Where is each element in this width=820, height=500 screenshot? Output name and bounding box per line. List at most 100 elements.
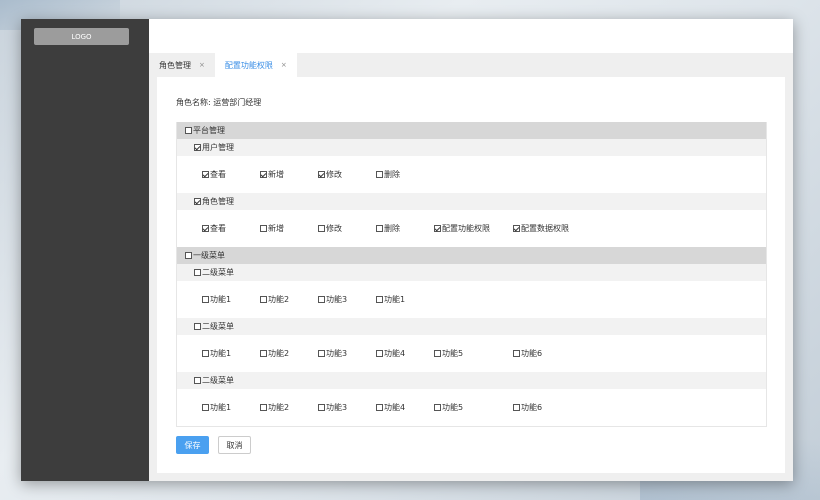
checkbox-label: 功能4 (384, 403, 406, 412)
checkbox[interactable] (434, 225, 441, 232)
checkbox[interactable] (194, 144, 201, 151)
checkbox[interactable] (376, 296, 383, 303)
permission-checkbox[interactable]: 查看 (202, 210, 226, 247)
checkbox-label: 修改 (326, 224, 342, 233)
checkbox[interactable] (202, 225, 209, 232)
permission-panel: 角色名称: 运营部门经理 平台管理 用户管理 查看 新增 修改 删除 角色管理 查看 新增 修改删… (157, 77, 785, 473)
checkbox-label: 功能1 (210, 349, 232, 358)
permission-checkbox[interactable]: 删除 (376, 156, 400, 193)
checkbox-label: 用户管理 (202, 143, 234, 152)
menu-group-row[interactable]: 平台管理 (177, 122, 766, 139)
checkbox[interactable] (376, 350, 383, 357)
tab-label: 角色管理 (159, 60, 191, 70)
checkbox[interactable] (318, 225, 325, 232)
checkbox-label: 角色管理 (202, 197, 234, 206)
checkbox-label: 功能3 (326, 295, 348, 304)
checkbox[interactable] (260, 171, 267, 178)
permission-checkbox[interactable]: 功能1 (376, 281, 405, 318)
tab-role-management[interactable]: 角色管理 × (149, 53, 215, 77)
permission-checkbox[interactable]: 功能2 (260, 281, 289, 318)
checkbox[interactable] (318, 350, 325, 357)
checkbox[interactable] (513, 404, 520, 411)
checkbox-label: 配置数据权限 (521, 224, 569, 233)
checkbox[interactable] (185, 252, 192, 259)
checkbox[interactable] (202, 171, 209, 178)
checkbox-label: 新增 (268, 170, 284, 179)
permission-checkbox[interactable]: 功能6 (513, 335, 542, 372)
permission-checkbox[interactable]: 功能2 (260, 335, 289, 372)
permission-checkbox[interactable]: 修改 (318, 156, 342, 193)
permission-checkbox[interactable]: 修改 (318, 210, 342, 247)
checkbox[interactable] (202, 296, 209, 303)
checkbox[interactable] (376, 404, 383, 411)
checkbox[interactable] (260, 296, 267, 303)
checkbox-label: 功能1 (384, 295, 406, 304)
checkbox-label: 功能3 (326, 349, 348, 358)
permission-checkbox[interactable]: 功能4 (376, 335, 405, 372)
close-icon[interactable]: × (199, 61, 205, 69)
tab-configure-function-permissions[interactable]: 配置功能权限 × (214, 53, 297, 77)
checkbox[interactable] (434, 404, 441, 411)
permission-checkbox[interactable]: 查看 (202, 156, 226, 193)
checkbox[interactable] (194, 323, 201, 330)
permission-checkbox[interactable]: 功能2 (260, 389, 289, 426)
tab-label: 配置功能权限 (224, 60, 273, 70)
app-window: LOGO 角色管理 × 配置功能权限 × 角色名称: 运营部门经理 平台管理 用户… (21, 19, 793, 481)
main-area: 角色管理 × 配置功能权限 × 角色名称: 运营部门经理 平台管理 用户管理 查看新… (149, 19, 793, 481)
checkbox[interactable] (194, 377, 201, 384)
checkbox[interactable] (260, 404, 267, 411)
permission-checkbox[interactable]: 功能5 (434, 389, 463, 426)
permission-checkbox[interactable]: 配置数据权限 (513, 210, 569, 247)
checkbox[interactable] (202, 350, 209, 357)
checkbox[interactable] (513, 350, 520, 357)
tab-bar: 角色管理 × 配置功能权限 × (149, 53, 793, 77)
checkbox[interactable] (194, 269, 201, 276)
top-header (149, 19, 793, 53)
permission-checkbox[interactable]: 功能4 (376, 389, 405, 426)
checkbox[interactable] (202, 404, 209, 411)
permission-checkbox[interactable]: 功能3 (318, 389, 347, 426)
checkbox-label: 功能1 (210, 403, 232, 412)
checkbox-label: 新增 (268, 224, 284, 233)
permission-checkbox[interactable]: 新增 (260, 210, 284, 247)
permission-checkbox[interactable]: 功能1 (202, 281, 231, 318)
submenu-row[interactable]: 二级菜单 (177, 372, 766, 389)
save-button[interactable]: 保存 (176, 436, 209, 454)
checkbox[interactable] (376, 171, 383, 178)
permission-checkbox[interactable]: 功能6 (513, 389, 542, 426)
checkbox[interactable] (185, 127, 192, 134)
checkbox[interactable] (376, 225, 383, 232)
form-actions: 保存 取消 (176, 436, 251, 454)
checkbox[interactable] (318, 404, 325, 411)
permission-checkbox[interactable]: 新增 (260, 156, 284, 193)
permission-checkbox[interactable]: 删除 (376, 210, 400, 247)
checkbox-label: 二级菜单 (202, 376, 234, 385)
submenu-row[interactable]: 二级菜单 (177, 318, 766, 335)
permission-checkbox[interactable]: 功能1 (202, 335, 231, 372)
submenu-row[interactable]: 角色管理 (177, 193, 766, 210)
checkbox-label: 修改 (326, 170, 342, 179)
permission-checkbox[interactable]: 功能3 (318, 281, 347, 318)
permission-checkbox[interactable]: 配置功能权限 (434, 210, 490, 247)
close-icon[interactable]: × (281, 61, 287, 69)
permission-row: 功能1 功能2 功能3 功能1 (177, 281, 766, 318)
checkbox-label: 删除 (384, 170, 400, 179)
checkbox[interactable] (434, 350, 441, 357)
checkbox[interactable] (194, 198, 201, 205)
submenu-row[interactable]: 二级菜单 (177, 264, 766, 281)
checkbox[interactable] (318, 296, 325, 303)
checkbox-label: 功能6 (521, 349, 543, 358)
cancel-button[interactable]: 取消 (218, 436, 251, 454)
checkbox-label: 一级菜单 (193, 251, 225, 260)
permission-checkbox[interactable]: 功能3 (318, 335, 347, 372)
submenu-row[interactable]: 用户管理 (177, 139, 766, 156)
checkbox[interactable] (318, 171, 325, 178)
permission-checkbox[interactable]: 功能1 (202, 389, 231, 426)
checkbox-label: 功能2 (268, 403, 290, 412)
role-name: 角色名称: 运营部门经理 (176, 97, 261, 108)
checkbox[interactable] (513, 225, 520, 232)
permission-checkbox[interactable]: 功能5 (434, 335, 463, 372)
checkbox[interactable] (260, 225, 267, 232)
menu-group-row[interactable]: 一级菜单 (177, 247, 766, 264)
checkbox[interactable] (260, 350, 267, 357)
